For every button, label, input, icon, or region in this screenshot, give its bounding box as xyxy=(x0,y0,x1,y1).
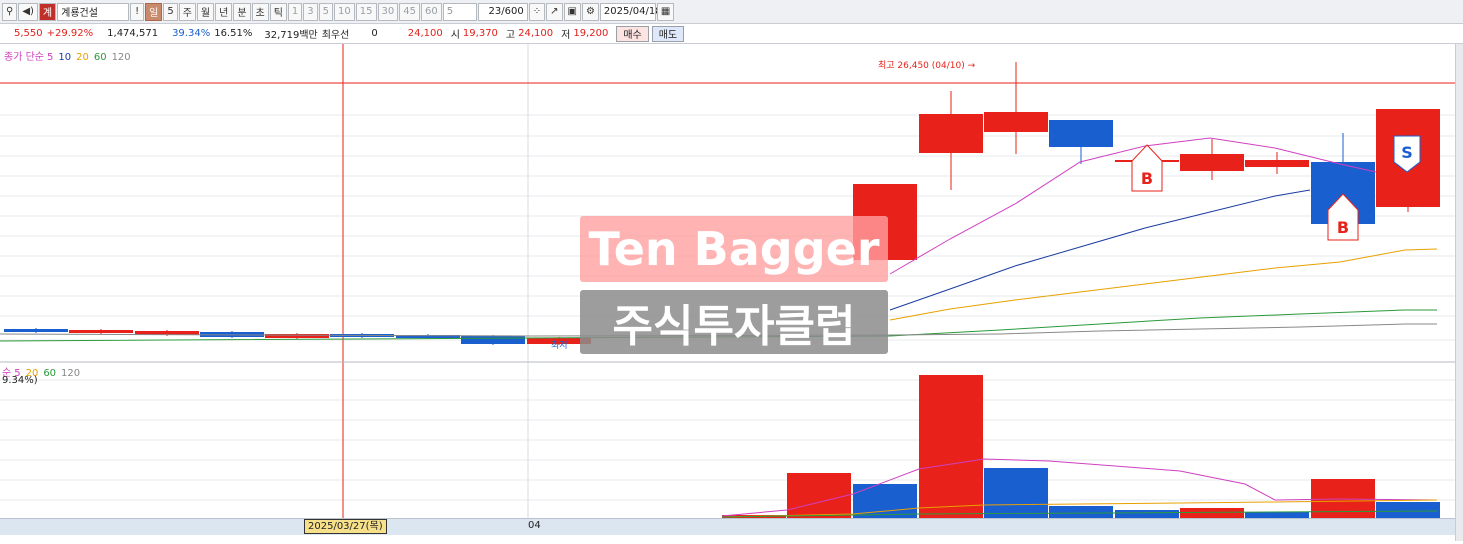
ma5-line xyxy=(889,137,1377,275)
candle-body-10 xyxy=(919,114,983,153)
vlegend-ma120: 120 xyxy=(61,368,81,379)
interval-60-button[interactable]: 60 xyxy=(420,2,442,21)
candle-body-15 xyxy=(1245,160,1309,167)
sell-button[interactable]: 매도 xyxy=(651,25,685,42)
candle-body-7 xyxy=(461,336,525,344)
interval-5-button[interactable]: 5 xyxy=(318,2,334,21)
interval-30-button[interactable]: 30 xyxy=(377,2,399,21)
calendar-icon[interactable]: ▦ xyxy=(656,2,675,21)
period-num-select[interactable]: 5 xyxy=(163,2,178,21)
interval-45-button[interactable]: 45 xyxy=(399,2,420,21)
volume-bar-10 xyxy=(1376,502,1440,518)
buy-signal-1: B xyxy=(1131,144,1163,192)
period-second-button[interactable]: 초 xyxy=(251,2,269,21)
period-year-button[interactable]: 년 xyxy=(215,2,233,21)
interval-select[interactable]: 5 xyxy=(442,2,477,21)
stock-name-input[interactable]: 계룡건설 xyxy=(57,2,130,21)
period-month-button[interactable]: 월 xyxy=(196,2,215,21)
amount-value: 32,719백만 xyxy=(264,30,318,41)
interval-1-button[interactable]: 1 xyxy=(287,2,303,21)
buy-signal-2-label: B xyxy=(1337,218,1349,237)
volume-bar-4 xyxy=(984,468,1048,518)
line-tool-icon[interactable]: ↗ xyxy=(546,2,563,21)
candle-body-14 xyxy=(1180,154,1244,171)
chart-toolbar: ⚲ ◀) 계 계룡건설 ! 일 5 주 월 년 분 초 틱 1 3 5 10 1… xyxy=(0,0,1463,24)
volume-bar-1 xyxy=(787,473,851,518)
low-price: 19,200 xyxy=(573,28,609,39)
volume-bar-5 xyxy=(1049,506,1113,518)
search-icon[interactable]: ⚲ xyxy=(2,2,18,21)
chart-type-icon[interactable]: ⁘ xyxy=(528,2,546,21)
buy-button[interactable]: 매수 xyxy=(616,25,649,42)
period-minute-button[interactable]: 분 xyxy=(233,2,251,21)
stock-logo-icon: 계 xyxy=(38,2,57,21)
price-legend: 종가 단순 5 10 20 60 120 xyxy=(4,48,136,63)
volume-bar-3 xyxy=(919,375,983,518)
ma20-line xyxy=(889,248,1438,321)
candle-body-1 xyxy=(69,330,133,333)
high-price: 24,100 xyxy=(518,28,554,39)
count-input[interactable]: 23/600 xyxy=(477,2,528,21)
vertical-scrollbar[interactable] xyxy=(1455,44,1463,541)
candle-body-0 xyxy=(4,329,68,332)
period-day-button[interactable]: 일 xyxy=(145,2,163,21)
legend-ma60: 60 xyxy=(93,52,107,63)
legend-ma5: 5 xyxy=(46,52,54,63)
high-label: 고 xyxy=(505,30,516,41)
candle-body-12 xyxy=(1049,120,1113,147)
volume-value: 1,474,571 xyxy=(107,28,159,39)
volume-pct: 9.34%) xyxy=(2,375,38,386)
candle-body-11 xyxy=(984,112,1048,132)
speaker-icon[interactable]: ◀) xyxy=(18,2,38,21)
legend-ma20: 20 xyxy=(76,52,89,63)
ma10-line xyxy=(889,189,1311,311)
volume-bar-6 xyxy=(1115,510,1179,518)
interval-10-button[interactable]: 10 xyxy=(334,2,355,21)
buy-signal-1-label: B xyxy=(1141,169,1153,188)
legend-ma120: 120 xyxy=(111,52,131,63)
low-label: 저 xyxy=(561,30,571,41)
x-axis xyxy=(0,518,1463,535)
gear-icon[interactable]: ⚙ xyxy=(581,2,599,21)
open-label: 시 xyxy=(450,30,460,41)
watermark-club: 주식투자클럽 xyxy=(580,290,888,354)
low-annotation: 최저 xyxy=(551,340,568,351)
interval-15-button[interactable]: 15 xyxy=(355,2,377,21)
date-input[interactable]: 2025/04/18 xyxy=(599,2,662,21)
legend-ma10: 10 xyxy=(58,52,72,63)
x-tick-04: 04 xyxy=(528,520,541,531)
sell-signal-1-label: S xyxy=(1401,143,1413,162)
percent-1: 39.34% xyxy=(172,28,211,39)
price-legend-label: 종가 단순 xyxy=(4,52,44,63)
watermark-ten-bagger: Ten Bagger xyxy=(580,216,888,282)
high-annotation: 최고 26,450 (04/10) → xyxy=(878,60,976,71)
volume-bar-7 xyxy=(1180,508,1244,518)
vlegend-ma60: 60 xyxy=(43,368,57,379)
percent-2: 16.51% xyxy=(214,28,253,39)
open-price: 19,370 xyxy=(462,28,498,39)
save-icon[interactable]: ▣ xyxy=(563,2,581,21)
change-percent: +29.92% xyxy=(46,28,94,39)
price-info-bar: 5,550 +29.92% 1,474,571 39.34% 16.51% 32… xyxy=(0,24,1463,44)
alert-button[interactable]: ! xyxy=(130,2,145,21)
cursor-date-label: 2025/03/27(목) xyxy=(304,519,387,534)
change-value: 5,550 xyxy=(14,28,43,39)
period-tick-button[interactable]: 틱 xyxy=(269,2,287,21)
prefer-value: 0 xyxy=(371,28,378,39)
interval-3-button[interactable]: 3 xyxy=(303,2,318,21)
current-price: 24,100 xyxy=(407,28,443,39)
period-week-button[interactable]: 주 xyxy=(178,2,196,21)
volume-bars xyxy=(722,375,1440,518)
prefer-label: 최우선 xyxy=(321,30,350,41)
